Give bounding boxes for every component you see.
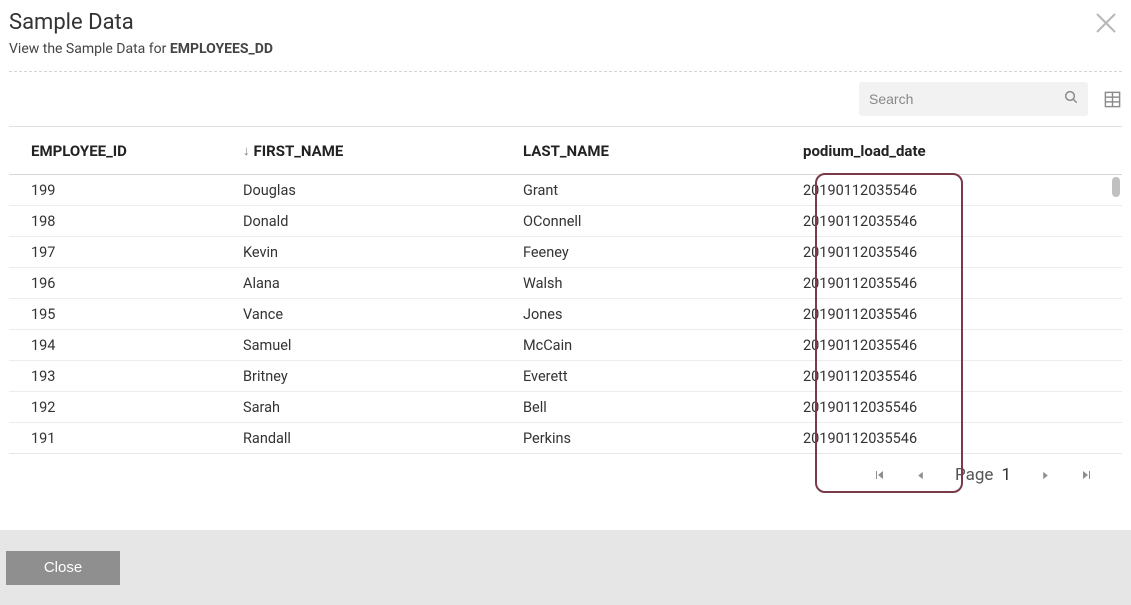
cell-podium-load-date: 20190112035546 <box>803 399 1033 416</box>
cell-employee-id: 192 <box>9 399 243 416</box>
cell-first-name: Britney <box>243 368 523 385</box>
table-row[interactable]: 196AlanaWalsh20190112035546 <box>9 268 1122 299</box>
subtitle-table-name: EMPLOYEES_DD <box>170 41 273 57</box>
table-row[interactable]: 198DonaldOConnell20190112035546 <box>9 206 1122 237</box>
cell-first-name: Donald <box>243 213 523 230</box>
cell-employee-id: 191 <box>9 430 243 447</box>
cell-last-name: Bell <box>523 399 803 416</box>
cell-podium-load-date: 20190112035546 <box>803 306 1033 323</box>
cell-last-name: Walsh <box>523 275 803 292</box>
table-row[interactable]: 194SamuelMcCain20190112035546 <box>9 330 1122 361</box>
cell-podium-load-date: 20190112035546 <box>803 430 1033 447</box>
cell-first-name: Samuel <box>243 337 523 354</box>
cell-last-name: OConnell <box>523 213 803 230</box>
column-header-first-name-label: FIRST_NAME <box>254 142 344 160</box>
cell-podium-load-date: 20190112035546 <box>803 244 1033 261</box>
cell-podium-load-date: 20190112035546 <box>803 368 1033 385</box>
cell-last-name: Feeney <box>523 244 803 261</box>
cell-last-name: Grant <box>523 182 803 199</box>
close-button[interactable]: Close <box>6 551 120 585</box>
page-indicator: Page 1 <box>955 465 1011 485</box>
page-number: 1 <box>1001 465 1011 485</box>
search-icon <box>1063 89 1079 109</box>
table-body: 199DouglasGrant20190112035546198DonaldOC… <box>9 175 1122 453</box>
dialog-title: Sample Data <box>9 10 1122 35</box>
close-icon[interactable] <box>1091 8 1121 38</box>
prev-page-icon[interactable] <box>913 467 929 483</box>
column-header-podium-load-date[interactable]: podium_load_date <box>803 142 1033 160</box>
table-row[interactable]: 199DouglasGrant20190112035546 <box>9 175 1122 206</box>
table-header-row: EMPLOYEE_ID ↓ FIRST_NAME LAST_NAME podiu… <box>9 127 1122 175</box>
cell-podium-load-date: 20190112035546 <box>803 275 1033 292</box>
cell-employee-id: 195 <box>9 306 243 323</box>
search-field[interactable] <box>859 82 1088 116</box>
cell-podium-load-date: 20190112035546 <box>803 182 1033 199</box>
table-row[interactable]: 191RandallPerkins20190112035546 <box>9 423 1122 453</box>
search-input[interactable] <box>859 82 1088 116</box>
cell-podium-load-date: 20190112035546 <box>803 337 1033 354</box>
cell-employee-id: 199 <box>9 182 243 199</box>
page-label: Page <box>955 465 993 485</box>
cell-employee-id: 197 <box>9 244 243 261</box>
cell-last-name: Jones <box>523 306 803 323</box>
column-header-first-name[interactable]: ↓ FIRST_NAME <box>243 142 523 160</box>
table-row[interactable]: 195VanceJones20190112035546 <box>9 299 1122 330</box>
next-page-icon[interactable] <box>1037 467 1053 483</box>
cell-podium-load-date: 20190112035546 <box>803 213 1033 230</box>
table-row[interactable]: 197KevinFeeney20190112035546 <box>9 237 1122 268</box>
data-table: EMPLOYEE_ID ↓ FIRST_NAME LAST_NAME podiu… <box>9 126 1122 453</box>
column-header-employee-id[interactable]: EMPLOYEE_ID <box>9 142 243 160</box>
first-page-icon[interactable] <box>871 467 887 483</box>
cell-first-name: Sarah <box>243 399 523 416</box>
cell-employee-id: 196 <box>9 275 243 292</box>
cell-first-name: Randall <box>243 430 523 447</box>
table-row[interactable]: 193BritneyEverett20190112035546 <box>9 361 1122 392</box>
cell-last-name: Everett <box>523 368 803 385</box>
dialog-subtitle: View the Sample Data for EMPLOYEES_DD <box>9 41 1122 57</box>
cell-first-name: Kevin <box>243 244 523 261</box>
cell-employee-id: 194 <box>9 337 243 354</box>
cell-employee-id: 198 <box>9 213 243 230</box>
cell-employee-id: 193 <box>9 368 243 385</box>
subtitle-prefix: View the Sample Data for <box>9 41 166 57</box>
sort-desc-icon: ↓ <box>243 143 250 159</box>
cell-first-name: Vance <box>243 306 523 323</box>
columns-icon[interactable] <box>1102 89 1122 109</box>
last-page-icon[interactable] <box>1079 467 1095 483</box>
scrollbar-thumb[interactable] <box>1112 177 1120 197</box>
column-header-last-name[interactable]: LAST_NAME <box>523 142 803 160</box>
scrollbar-track[interactable] <box>1112 175 1120 453</box>
cell-last-name: McCain <box>523 337 803 354</box>
dialog-footer: Close <box>0 530 1131 605</box>
pagination: Page 1 <box>0 461 1131 501</box>
table-row[interactable]: 192SarahBell20190112035546 <box>9 392 1122 423</box>
cell-first-name: Alana <box>243 275 523 292</box>
cell-first-name: Douglas <box>243 182 523 199</box>
cell-last-name: Perkins <box>523 430 803 447</box>
table-bottom-border <box>9 453 1122 461</box>
